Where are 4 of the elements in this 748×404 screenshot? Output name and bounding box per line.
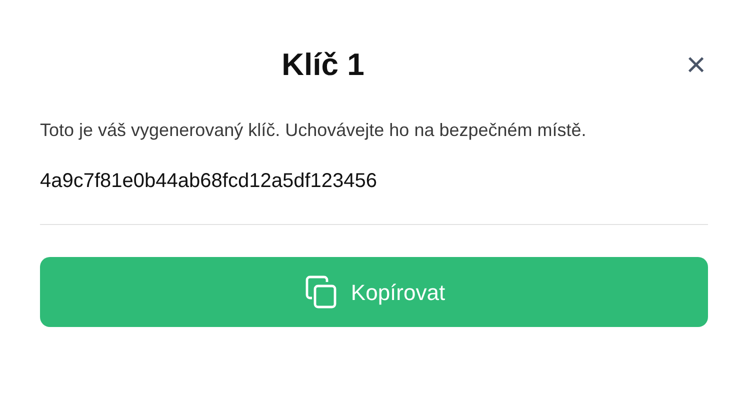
- message-text: Toto je váš vygenerovaný klíč. Uchovávejte ho na bezpečném místě.: [40, 119, 588, 142]
- dialog-title: Klíč 1: [282, 46, 364, 82]
- close-button[interactable]: ×: [686, 48, 708, 82]
- key-text: 4a9c7f81e0b44ab68fcd12a5df123456: [40, 169, 378, 194]
